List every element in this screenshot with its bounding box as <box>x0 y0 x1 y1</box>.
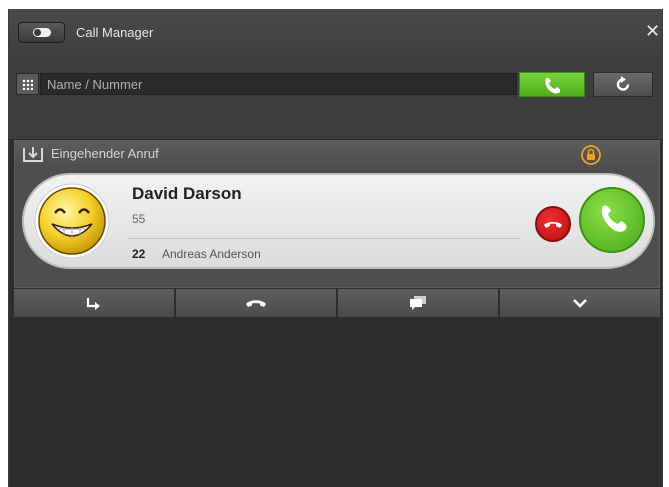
chat-button[interactable] <box>338 289 500 317</box>
hangup-button[interactable] <box>176 289 338 317</box>
phone-icon <box>545 77 561 94</box>
close-button[interactable]: ✕ <box>645 21 660 42</box>
panel-title: Eingehender Anruf <box>51 146 159 161</box>
toggle-button[interactable] <box>18 22 65 43</box>
search-input[interactable] <box>40 73 517 95</box>
accept-call-button[interactable] <box>579 187 645 253</box>
call-manager-window: Call Manager ✕ Eingehender Anruf <box>8 9 663 487</box>
window-title: Call Manager <box>76 25 154 40</box>
dialpad-icon <box>22 79 33 90</box>
panel-header: Eingehender Anruf <box>15 141 659 167</box>
toggle-icon <box>33 28 51 37</box>
divider <box>128 238 520 239</box>
more-options-button[interactable] <box>500 289 660 317</box>
refresh-icon <box>616 76 630 91</box>
chevron-down-icon <box>573 299 587 308</box>
empty-call-list <box>9 319 662 487</box>
reject-call-button[interactable] <box>535 206 571 242</box>
dialpad-button[interactable] <box>16 73 39 95</box>
phone-icon <box>601 205 627 232</box>
forward-icon <box>86 298 100 310</box>
caller-card: David Darson 55 22 Andreas Anderson <box>22 173 655 269</box>
caller-number: 55 <box>132 212 146 226</box>
caller-name: David Darson <box>132 184 242 203</box>
lock-icon[interactable] <box>581 145 601 165</box>
incoming-call-icon <box>23 147 43 162</box>
smiley-avatar <box>34 183 110 259</box>
refresh-button[interactable] <box>593 72 653 97</box>
incoming-call-panel: Eingehender Anruf David Darson 55 22 And… <box>14 140 660 288</box>
title-bar: Call Manager ✕ <box>9 9 662 56</box>
hangup-icon <box>246 300 266 307</box>
extension-name: Andreas Anderson <box>162 247 261 261</box>
chat-icon <box>410 296 426 310</box>
forward-button[interactable] <box>14 289 176 317</box>
search-bar <box>9 56 662 140</box>
hangup-icon <box>544 222 562 228</box>
call-actions-bar <box>14 289 660 317</box>
extension-number: 22 <box>132 247 146 261</box>
dial-button[interactable] <box>519 72 585 97</box>
